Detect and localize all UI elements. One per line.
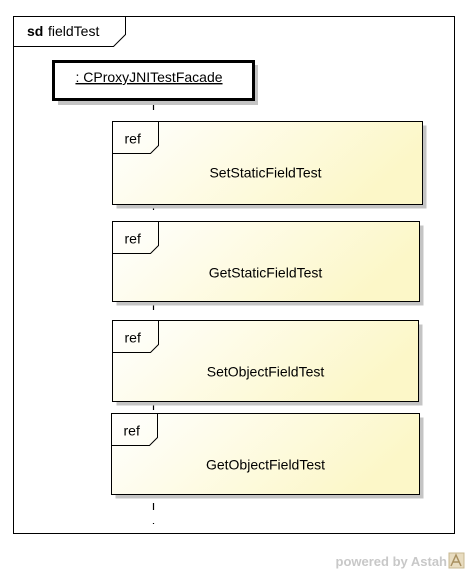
ref-name: GetObjectFieldTest xyxy=(206,457,325,473)
lifeline-name: : CProxyJNITestFacade xyxy=(75,69,222,85)
ref-tag-label: ref xyxy=(125,330,141,346)
ref-tag-label: ref xyxy=(125,131,141,147)
frame-title: fieldTest xyxy=(48,23,99,39)
ref-fragment[interactable]: ref SetStaticFieldTest xyxy=(112,121,427,209)
ref-tag-label: ref xyxy=(124,423,140,439)
astah-watermark: powered by Astah xyxy=(336,552,465,569)
ref-name: SetStaticFieldTest xyxy=(209,165,321,181)
astah-logo-icon xyxy=(448,552,465,569)
frame-keyword: sd xyxy=(27,23,43,39)
ref-name: SetObjectFieldTest xyxy=(207,364,325,380)
ref-fragment[interactable]: ref SetObjectFieldTest xyxy=(112,320,423,406)
watermark-text: powered by Astah xyxy=(336,554,448,569)
sequence-diagram: sd fieldTest : CProxyJNITestFacade ref Se… xyxy=(13,16,465,569)
ref-tag-label: ref xyxy=(125,231,141,247)
ref-fragment[interactable]: ref GetStaticFieldTest xyxy=(112,221,424,306)
ref-name: GetStaticFieldTest xyxy=(209,265,323,281)
ref-fragment[interactable]: ref GetObjectFieldTest xyxy=(111,413,424,499)
